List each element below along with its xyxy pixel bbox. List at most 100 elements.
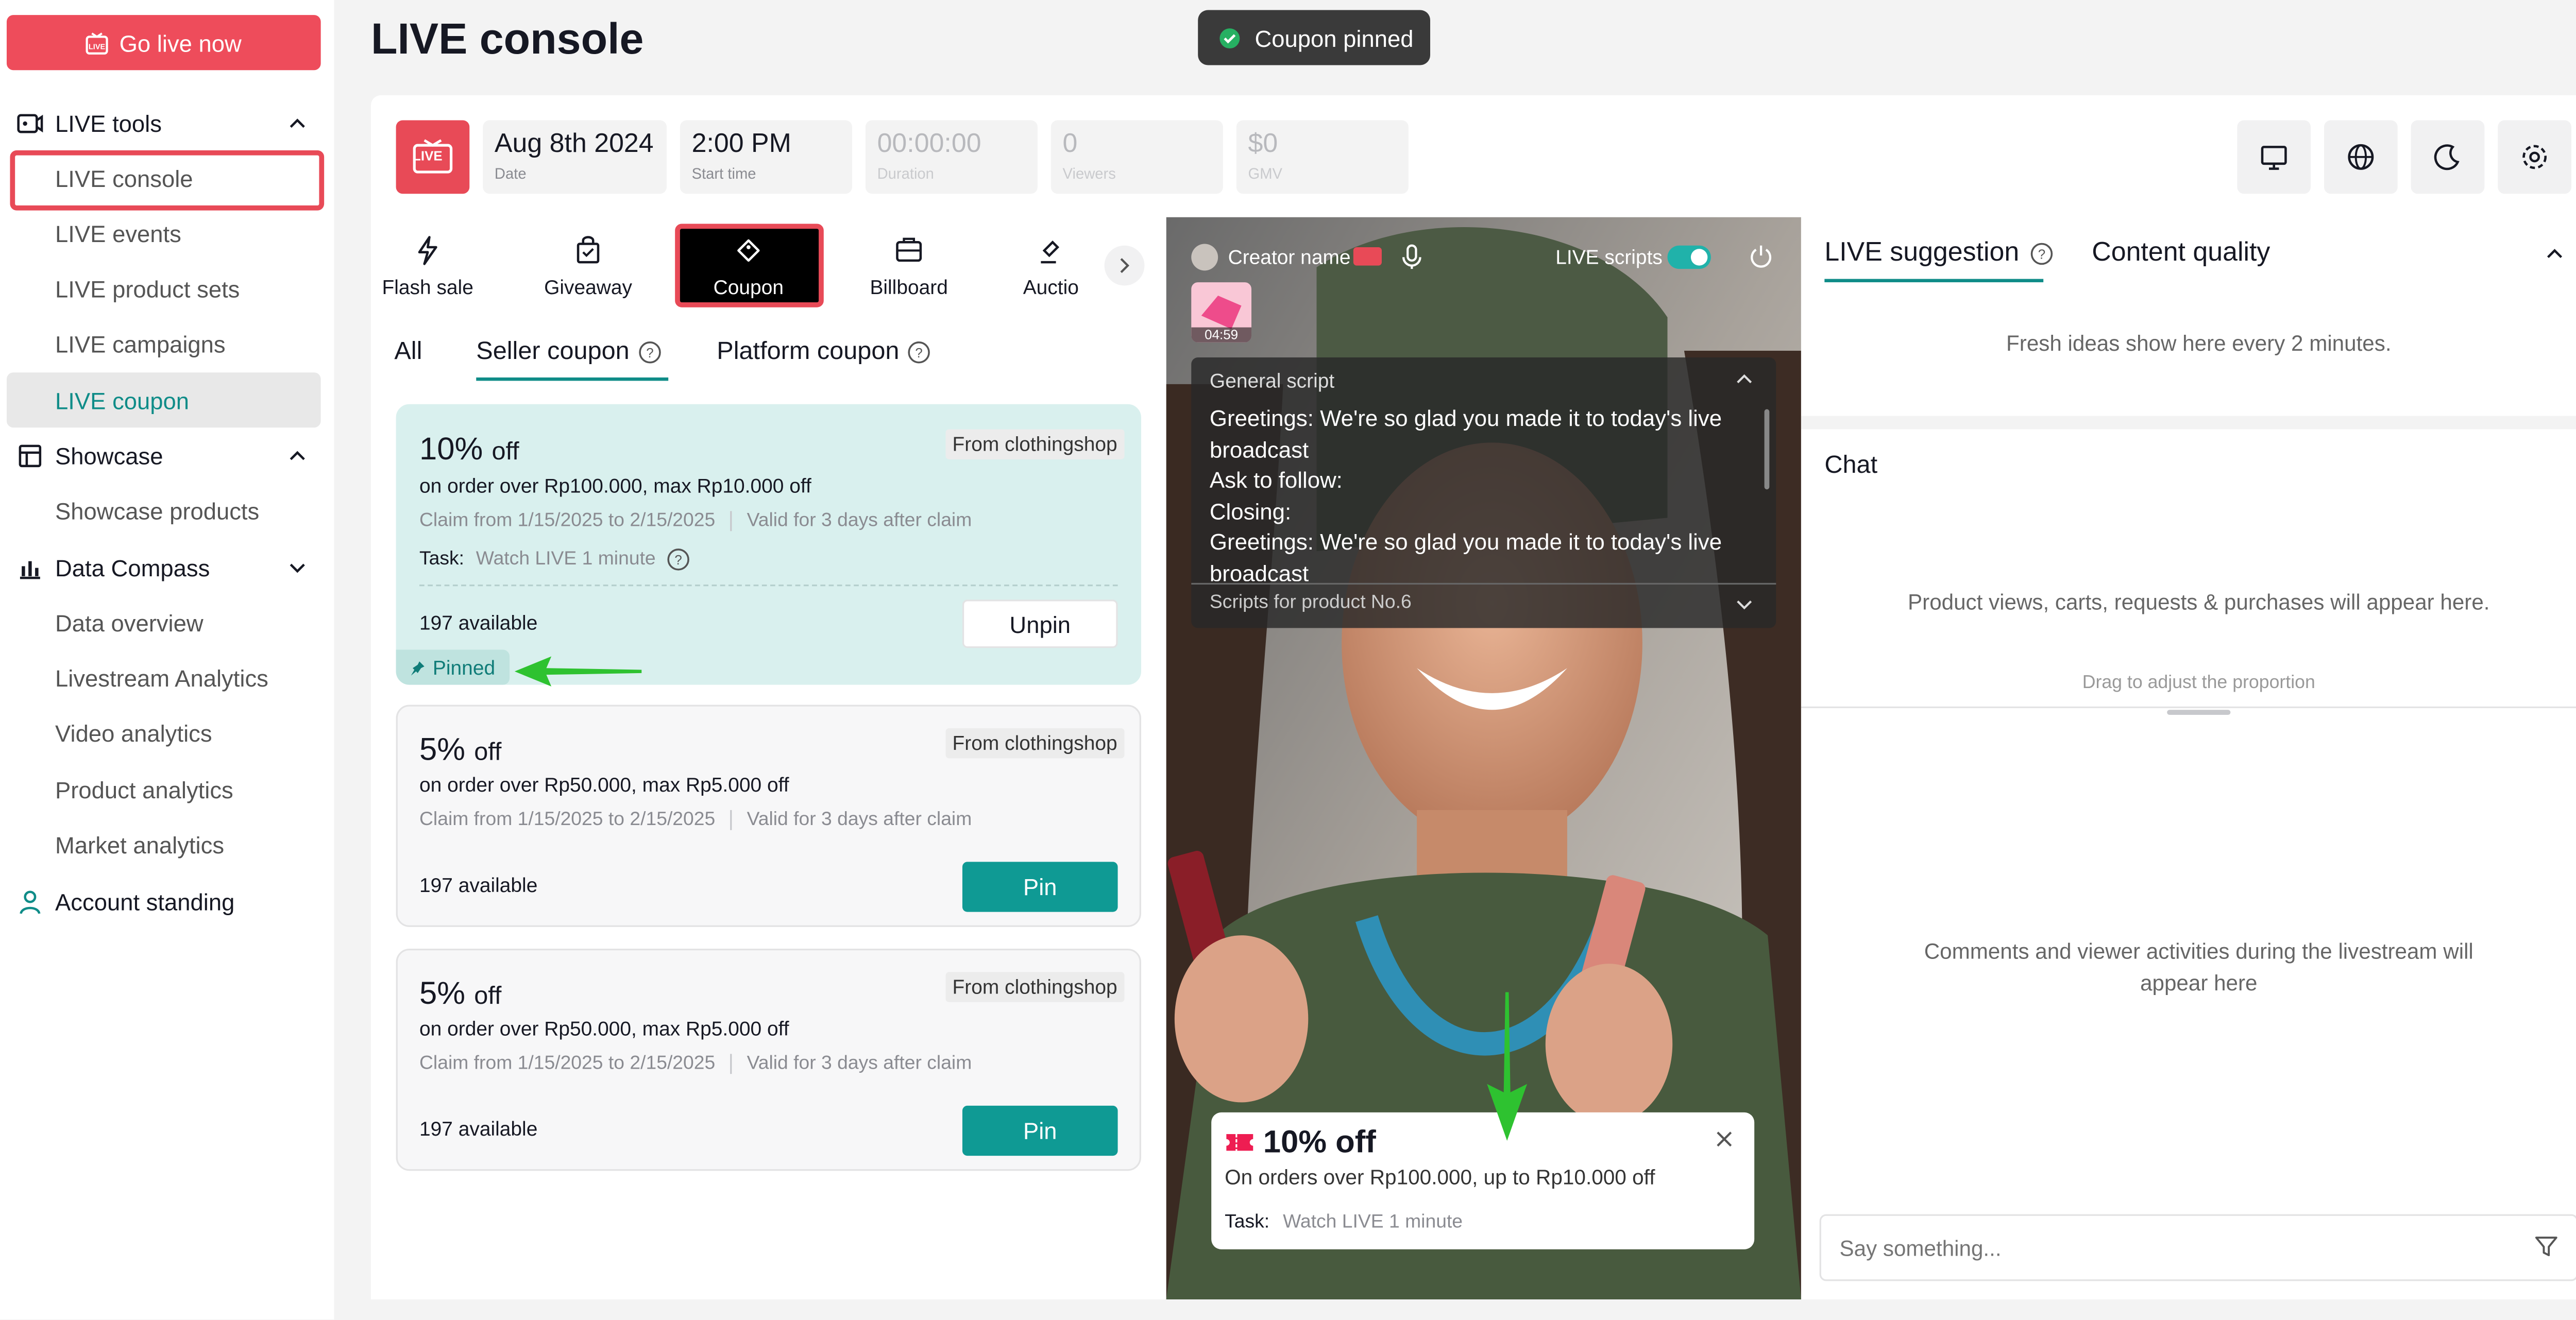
sidebar-item-live-product-sets[interactable]: LIVE product sets xyxy=(55,276,240,302)
script-line: Closing: xyxy=(1209,499,1292,524)
tab-underline xyxy=(1824,279,2044,283)
task-text: Watch LIVE 1 minute xyxy=(476,549,656,570)
sidebar-item-product-analytics[interactable]: Product analytics xyxy=(55,777,233,803)
coupon-task: Task: Watch LIVE 1 minute ? xyxy=(419,548,691,571)
tools-scroll-right-button[interactable] xyxy=(1104,245,1145,286)
product-timer: 04:59 xyxy=(1191,327,1252,342)
chat-input[interactable] xyxy=(1836,1229,2505,1266)
lightning-icon xyxy=(418,236,437,265)
sidebar-section-showcase[interactable]: Showcase xyxy=(16,438,317,474)
sidebar-item-live-coupon[interactable]: LIVE coupon xyxy=(55,387,189,414)
tool-label: Coupon xyxy=(713,276,784,299)
drag-hint: Drag to adjust the proportion xyxy=(2082,673,2315,693)
tool-coupon[interactable]: Coupon xyxy=(690,227,807,307)
sidebar-item-market-analytics[interactable]: Market analytics xyxy=(55,832,224,859)
toast-text: Coupon pinned xyxy=(1255,24,1414,51)
microphone-icon[interactable] xyxy=(1400,244,1423,270)
pin-button[interactable]: Pin xyxy=(962,1105,1118,1156)
sidebar-item-live-console[interactable]: LIVE console xyxy=(55,165,193,192)
divider xyxy=(730,511,732,532)
monitor-icon xyxy=(2261,146,2287,170)
tool-billboard[interactable]: Billboard xyxy=(851,227,968,307)
close-icon[interactable] xyxy=(1716,1131,1733,1147)
tool-label: Giveaway xyxy=(544,276,632,299)
billboard-icon xyxy=(896,237,922,262)
stat-value: Aug 8th 2024 xyxy=(494,130,654,159)
coupon-available: 197 available xyxy=(419,611,538,635)
stat-value: 00:00:00 xyxy=(877,130,981,159)
filter-icon[interactable] xyxy=(2535,1236,2558,1258)
overlay-task: Task: Watch LIVE 1 minute xyxy=(1225,1212,1463,1232)
tab-content-quality[interactable]: Content quality xyxy=(2092,239,2270,269)
tab-platform-coupon[interactable]: Platform coupon ? xyxy=(717,337,931,366)
help-icon[interactable]: ? xyxy=(2029,242,2053,265)
coupon-percent: 5% off xyxy=(419,733,502,768)
help-icon[interactable]: ? xyxy=(908,340,931,363)
monitor-button[interactable] xyxy=(2237,120,2311,194)
settings-button[interactable] xyxy=(2498,120,2571,194)
live-scripts-toggle[interactable] xyxy=(1667,245,1711,269)
chevron-down-icon[interactable] xyxy=(1736,596,1752,613)
tool-giveaway[interactable]: Giveaway xyxy=(530,227,647,307)
coupon-claim-period: Claim from 1/15/2025 to 2/15/2025 xyxy=(419,511,716,532)
script-scrollbar[interactable] xyxy=(1764,409,1770,490)
chevron-up-icon[interactable] xyxy=(1736,371,1752,387)
help-icon[interactable]: ? xyxy=(667,548,690,571)
coupon-condition: on order over Rp100.000, max Rp10.000 of… xyxy=(419,474,811,498)
toast-notification: Coupon pinned xyxy=(1198,10,1431,65)
sidebar-item-showcase-products[interactable]: Showcase products xyxy=(55,498,259,524)
section-label: Data Compass xyxy=(55,554,210,581)
video-icon xyxy=(16,110,43,137)
svg-text:LIVE: LIVE xyxy=(89,42,106,50)
go-live-label: Go live now xyxy=(119,29,242,56)
chevron-up-icon[interactable] xyxy=(2545,244,2565,264)
overlay-description: On orders over Rp100.000, up to Rp10.000… xyxy=(1225,1165,1655,1190)
tab-underline xyxy=(476,377,669,381)
overlay-title: 10% off xyxy=(1263,1125,1376,1161)
chevron-up-icon xyxy=(287,446,308,466)
coupon-percent: 10% off xyxy=(419,432,519,468)
dashed-divider xyxy=(419,585,1118,587)
chevron-down-icon xyxy=(287,558,308,578)
tab-all[interactable]: All xyxy=(394,337,422,366)
sidebar-section-account-standing[interactable]: Account standing xyxy=(16,884,317,920)
script-line: Greetings: We're so glad you made it to … xyxy=(1209,406,1722,462)
product-thumbnail[interactable]: 04:59 xyxy=(1191,282,1252,342)
stat-label: Start time xyxy=(691,165,756,182)
tool-label: Auctio xyxy=(1023,276,1079,299)
sidebar-item-video-analytics[interactable]: Video analytics xyxy=(55,720,212,747)
pinned-text: Pinned xyxy=(432,655,496,679)
tool-auction[interactable]: Auctio xyxy=(1011,227,1091,307)
sidebar-item-data-overview[interactable]: Data overview xyxy=(55,610,204,637)
go-live-button[interactable]: LIVE Go live now xyxy=(6,15,321,71)
resize-handle[interactable] xyxy=(2167,710,2231,715)
tab-live-suggestion[interactable]: LIVE suggestion ? xyxy=(1824,239,2053,269)
globe-icon xyxy=(2348,144,2374,170)
tool-flash-sale[interactable]: Flash sale xyxy=(369,227,486,307)
help-icon[interactable]: ? xyxy=(638,340,661,363)
sidebar-item-live-campaigns[interactable]: LIVE campaigns xyxy=(55,331,226,357)
unpin-button[interactable]: Unpin xyxy=(962,599,1118,648)
section-label: Showcase xyxy=(55,442,163,470)
live-badge-text: LIVE xyxy=(413,148,443,164)
sidebar-section-live-tools[interactable]: LIVE tools xyxy=(16,105,317,142)
dark-mode-button[interactable] xyxy=(2411,120,2485,194)
divider xyxy=(1801,416,2576,430)
svg-text:?: ? xyxy=(646,345,653,359)
divider xyxy=(1191,582,1776,585)
power-icon[interactable] xyxy=(1749,244,1772,269)
moon-icon xyxy=(2434,144,2460,170)
sidebar-item-live-events[interactable]: LIVE events xyxy=(55,220,181,247)
pin-button[interactable]: Pin xyxy=(962,862,1118,912)
coupon-validity: Valid for 3 days after claim xyxy=(747,1054,972,1074)
language-button[interactable] xyxy=(2324,120,2398,194)
gear-icon xyxy=(2522,145,2547,169)
coupon-source: From clothingshop xyxy=(945,972,1124,1002)
divider xyxy=(1801,706,2576,709)
suggestion-empty-text: Fresh ideas show here every 2 minutes. xyxy=(2006,331,2392,356)
coupon-validity: Valid for 3 days after claim xyxy=(747,810,972,830)
tab-seller-coupon[interactable]: Seller coupon ? xyxy=(476,337,661,366)
sidebar-section-data-compass[interactable]: Data Compass xyxy=(16,550,317,586)
sidebar-item-livestream-analytics[interactable]: Livestream Analytics xyxy=(55,665,268,692)
script-footer[interactable]: Scripts for product No.6 xyxy=(1210,593,1412,613)
